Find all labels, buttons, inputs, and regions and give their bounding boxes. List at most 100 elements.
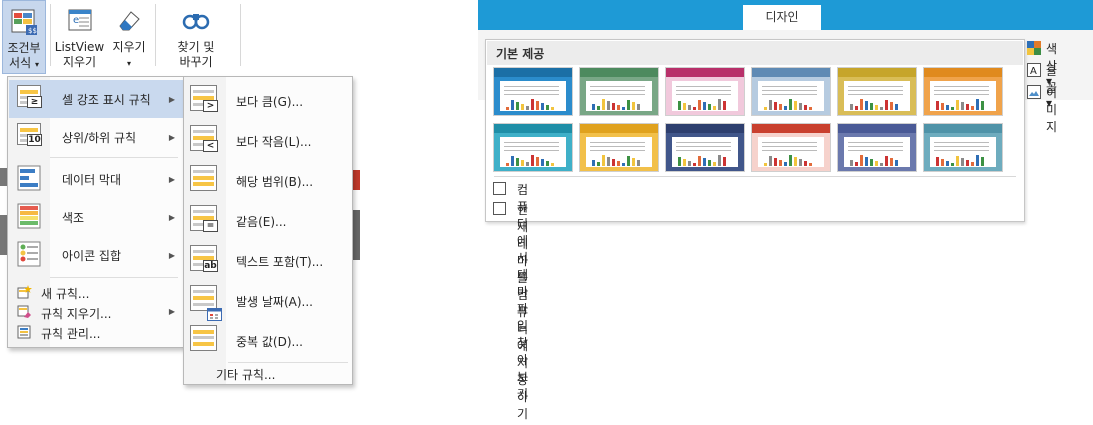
menu-item-date-occurring[interactable]: 발생 날짜(A)... [185,281,351,321]
find-replace-label-1: 찾기 및 [177,40,215,54]
date-occurring-icon [190,285,222,321]
menu-item-label: 규칙 지우기... [41,307,112,321]
menu-divider [50,277,178,278]
between-icon [190,165,220,197]
svg-text:$$: $$ [28,27,37,35]
gallery-divider [494,176,1016,177]
listview-label-2: 지우기 [62,55,97,69]
home-ribbon: $$ 조건부 서식 ▾ e ListView 지우기 지우기 ▾ 찾기 및 바꾸… [0,0,248,78]
conditional-format-menu: ≥ 셀 강조 표시 규칙 ▶ 10 상위/하위 규칙 ▶ 데이터 막대 ▶ 색조… [7,76,185,348]
menu-item-label: 중복 값(D)... [236,334,303,349]
theme-thumbnail[interactable] [751,123,831,172]
gallery-header: 기본 제공 [487,41,1023,65]
menu-item-duplicate-values[interactable]: 중복 값(D)... [185,321,351,361]
menu-item-less-than[interactable]: < 보다 작음(L)... [185,121,351,161]
ribbon-separator [240,4,241,66]
submenu-arrow-icon: ▶ [168,174,175,184]
theme-thumbnail[interactable] [665,67,745,116]
menu-item-text-contains[interactable]: ab 텍스트 포함(T)... [185,241,351,281]
menu-item-between[interactable]: 해당 범위(B)... [185,161,351,201]
svg-text:e: e [73,15,79,26]
theme-thumbnail[interactable] [923,123,1003,172]
colors-icon [1027,41,1041,55]
equal-to-icon: = [190,205,220,237]
menu-item-label: 텍스트 포함(T)... [236,254,324,269]
theme-gallery: 기본 제공 컴퓨터에서 테마 파일 찾아보기 현재 테마를 컴퓨터에 저장하기 [485,39,1025,421]
menu-item-label: 보다 큼(G)... [236,94,304,109]
menu-item-clear-rules[interactable]: 규칙 지우기... ▶ [9,302,183,322]
theme-thumbnail[interactable] [923,67,1003,116]
sheet-background [353,210,360,260]
less-than-icon: < [190,125,220,157]
menu-item-data-bars[interactable]: 데이터 막대 ▶ [9,160,183,198]
image-icon [1027,85,1041,99]
menu-item-color-scales[interactable]: 색조 ▶ [9,198,183,236]
listview-icon: e [65,6,95,38]
menu-item-icon-sets[interactable]: 아이콘 집합 ▶ [9,236,183,274]
font-icon: A [1027,63,1041,77]
menu-item-label: 규칙 관리... [41,327,101,341]
theme-thumbnail[interactable] [751,67,831,116]
menu-item-label: 데이터 막대 [62,172,122,187]
menu-item-top-bottom-rules[interactable]: 10 상위/하위 규칙 ▶ [9,118,183,156]
submenu-arrow-icon: ▶ [168,307,175,316]
find-replace-label-2: 바꾸기 [179,55,213,69]
submenu-arrow-icon: ▶ [168,212,175,222]
menu-item-label: 아이콘 집합 [62,248,122,263]
ribbon-separator [50,4,51,66]
ribbon-separator [155,4,156,66]
submenu-arrow-icon: ▶ [168,132,175,142]
erase-button[interactable]: 지우기 ▾ [107,0,151,74]
erase-label: 지우기 [112,40,146,54]
theme-thumbnail[interactable] [579,67,659,116]
data-bars-icon [17,165,43,193]
browse-folder-icon [493,182,506,195]
more-rules-item[interactable]: 기타 규칙... [216,366,275,383]
menu-item-label: 같음(E)... [236,214,287,229]
conditional-format-label-1: 조건부 [7,41,41,55]
submenu-arrow-icon: ▶ [168,250,175,260]
dropdown-caret-icon: ▾ [126,59,131,68]
menu-item-equal-to[interactable]: = 같음(E)... [185,201,351,241]
menu-item-new-rule[interactable]: 새 규칙... [9,282,183,302]
menu-item-greater-than[interactable]: > 보다 큼(G)... [185,81,351,121]
menu-item-label: 새 규칙... [41,287,90,301]
duplicate-values-icon [190,325,220,357]
menu-item-label: 셀 강조 표시 규칙 [62,92,151,107]
conditional-format-button[interactable]: $$ 조건부 서식 ▾ [2,0,46,74]
theme-thumbnail[interactable] [837,123,917,172]
theme-thumbnail[interactable] [493,67,573,116]
binoculars-icon [180,6,212,38]
menu-item-label: 해당 범위(B)... [236,174,314,189]
menu-divider [228,362,348,363]
theme-thumbnail[interactable] [837,67,917,116]
menu-item-label: 발생 날짜(A)... [236,294,313,309]
theme-thumbnail[interactable] [579,123,659,172]
highlight-rules-submenu: > 보다 큼(G)... < 보다 작음(L)... 해당 범위(B)... =… [183,76,353,385]
color-scale-icon [17,203,43,231]
theme-thumbnail[interactable] [665,123,745,172]
greater-than-icon: > [190,85,220,117]
conditional-format-label-2: 서식 [9,56,32,70]
tab-design[interactable]: 디자인 [743,5,821,30]
svg-text:A: A [1030,66,1037,77]
menu-item-label: 상위/하위 규칙 [62,130,137,145]
gallery-title: 기본 제공 [496,47,545,61]
find-replace-button[interactable]: 찾기 및 바꾸기 [165,0,227,74]
theme-thumbnail[interactable] [493,123,573,172]
top-bottom-icon: 10 [17,123,43,151]
menu-item-highlight-cell-rules[interactable]: ≥ 셀 강조 표시 규칙 ▶ [9,80,183,118]
save-disk-icon [493,202,506,215]
clear-rules-icon [17,305,32,319]
text-contains-icon: ab [190,245,220,277]
manage-rules-icon [17,325,32,339]
dropdown-caret-icon: ▾ [34,60,39,69]
menu-item-label: 보다 작음(L)... [236,134,312,149]
option-label: 이미지 [1046,86,1058,134]
submenu-arrow-icon: ▶ [168,94,175,104]
icon-sets-icon [17,241,43,269]
listview-clear-button[interactable]: e ListView 지우기 [53,0,106,74]
menu-item-manage-rules[interactable]: 규칙 관리... [9,322,183,342]
listview-label-1: ListView [54,40,105,54]
gallery-action-label: 현재 테마를 컴퓨터에 저장하기 [517,203,529,421]
